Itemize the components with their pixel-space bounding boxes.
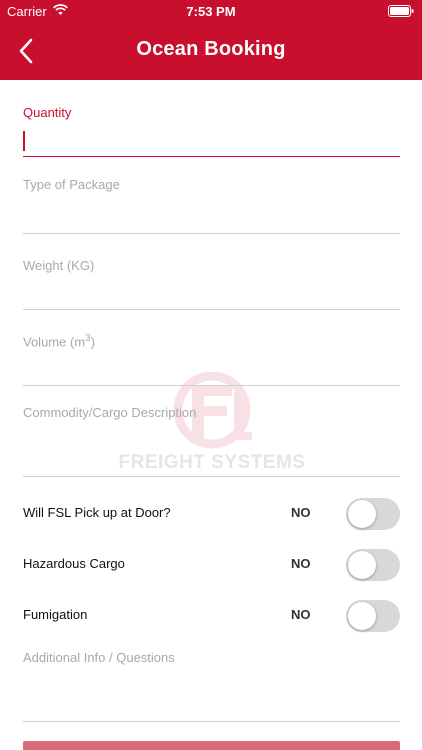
fumigation-value: NO: [291, 607, 311, 622]
volume-label-text: Volume (m: [23, 334, 86, 350]
package-type-field[interactable]: Type of Package: [23, 177, 400, 234]
battery-icon: [388, 5, 414, 17]
weight-underline: [23, 309, 400, 310]
toggle-knob: [348, 500, 376, 528]
package-type-label: Type of Package: [23, 177, 120, 192]
pickup-toggle-row: Will FSL Pick up at Door? NO: [23, 498, 400, 530]
fumigation-toggle[interactable]: [346, 600, 400, 632]
quantity-underline: [23, 156, 400, 157]
pickup-label: Will FSL Pick up at Door?: [23, 505, 171, 520]
volume-field[interactable]: Volume (m3): [23, 333, 400, 386]
commodity-underline: [23, 476, 400, 477]
hazardous-toggle-row: Hazardous Cargo NO: [23, 549, 400, 581]
fumigation-label: Fumigation: [23, 607, 88, 622]
commodity-field[interactable]: Commodity/Cargo Description: [23, 405, 400, 477]
toggle-knob: [348, 551, 376, 579]
volume-label-suffix: ): [90, 334, 96, 350]
hazardous-value: NO: [291, 556, 311, 571]
weight-field[interactable]: Weight (KG): [23, 258, 400, 310]
pickup-toggle[interactable]: [346, 498, 400, 530]
quantity-field[interactable]: Quantity: [23, 105, 400, 157]
status-bar: Carrier 7:53 PM: [0, 0, 422, 22]
additional-info-field[interactable]: Additional Info / Questions: [23, 650, 400, 722]
hazardous-toggle[interactable]: [346, 549, 400, 581]
volume-label: Volume (m3): [23, 333, 400, 349]
page-title: Ocean Booking: [136, 38, 286, 60]
status-time: 7:53 PM: [186, 4, 236, 19]
commodity-label: Commodity/Cargo Description: [23, 405, 197, 420]
additional-info-underline: [23, 721, 400, 722]
app-header: Carrier 7:53 PM Ocean Booking: [0, 0, 422, 80]
volume-underline: [23, 385, 400, 386]
submit-button[interactable]: [23, 741, 400, 750]
package-type-underline: [23, 233, 400, 234]
toggle-knob: [348, 602, 376, 630]
fumigation-toggle-row: Fumigation NO: [23, 600, 400, 632]
quantity-label: Quantity: [23, 105, 72, 120]
additional-info-label: Additional Info / Questions: [23, 650, 175, 665]
hazardous-label: Hazardous Cargo: [23, 556, 125, 571]
pickup-value: NO: [291, 505, 311, 520]
text-cursor: [23, 131, 25, 151]
weight-label: Weight (KG): [23, 258, 95, 273]
